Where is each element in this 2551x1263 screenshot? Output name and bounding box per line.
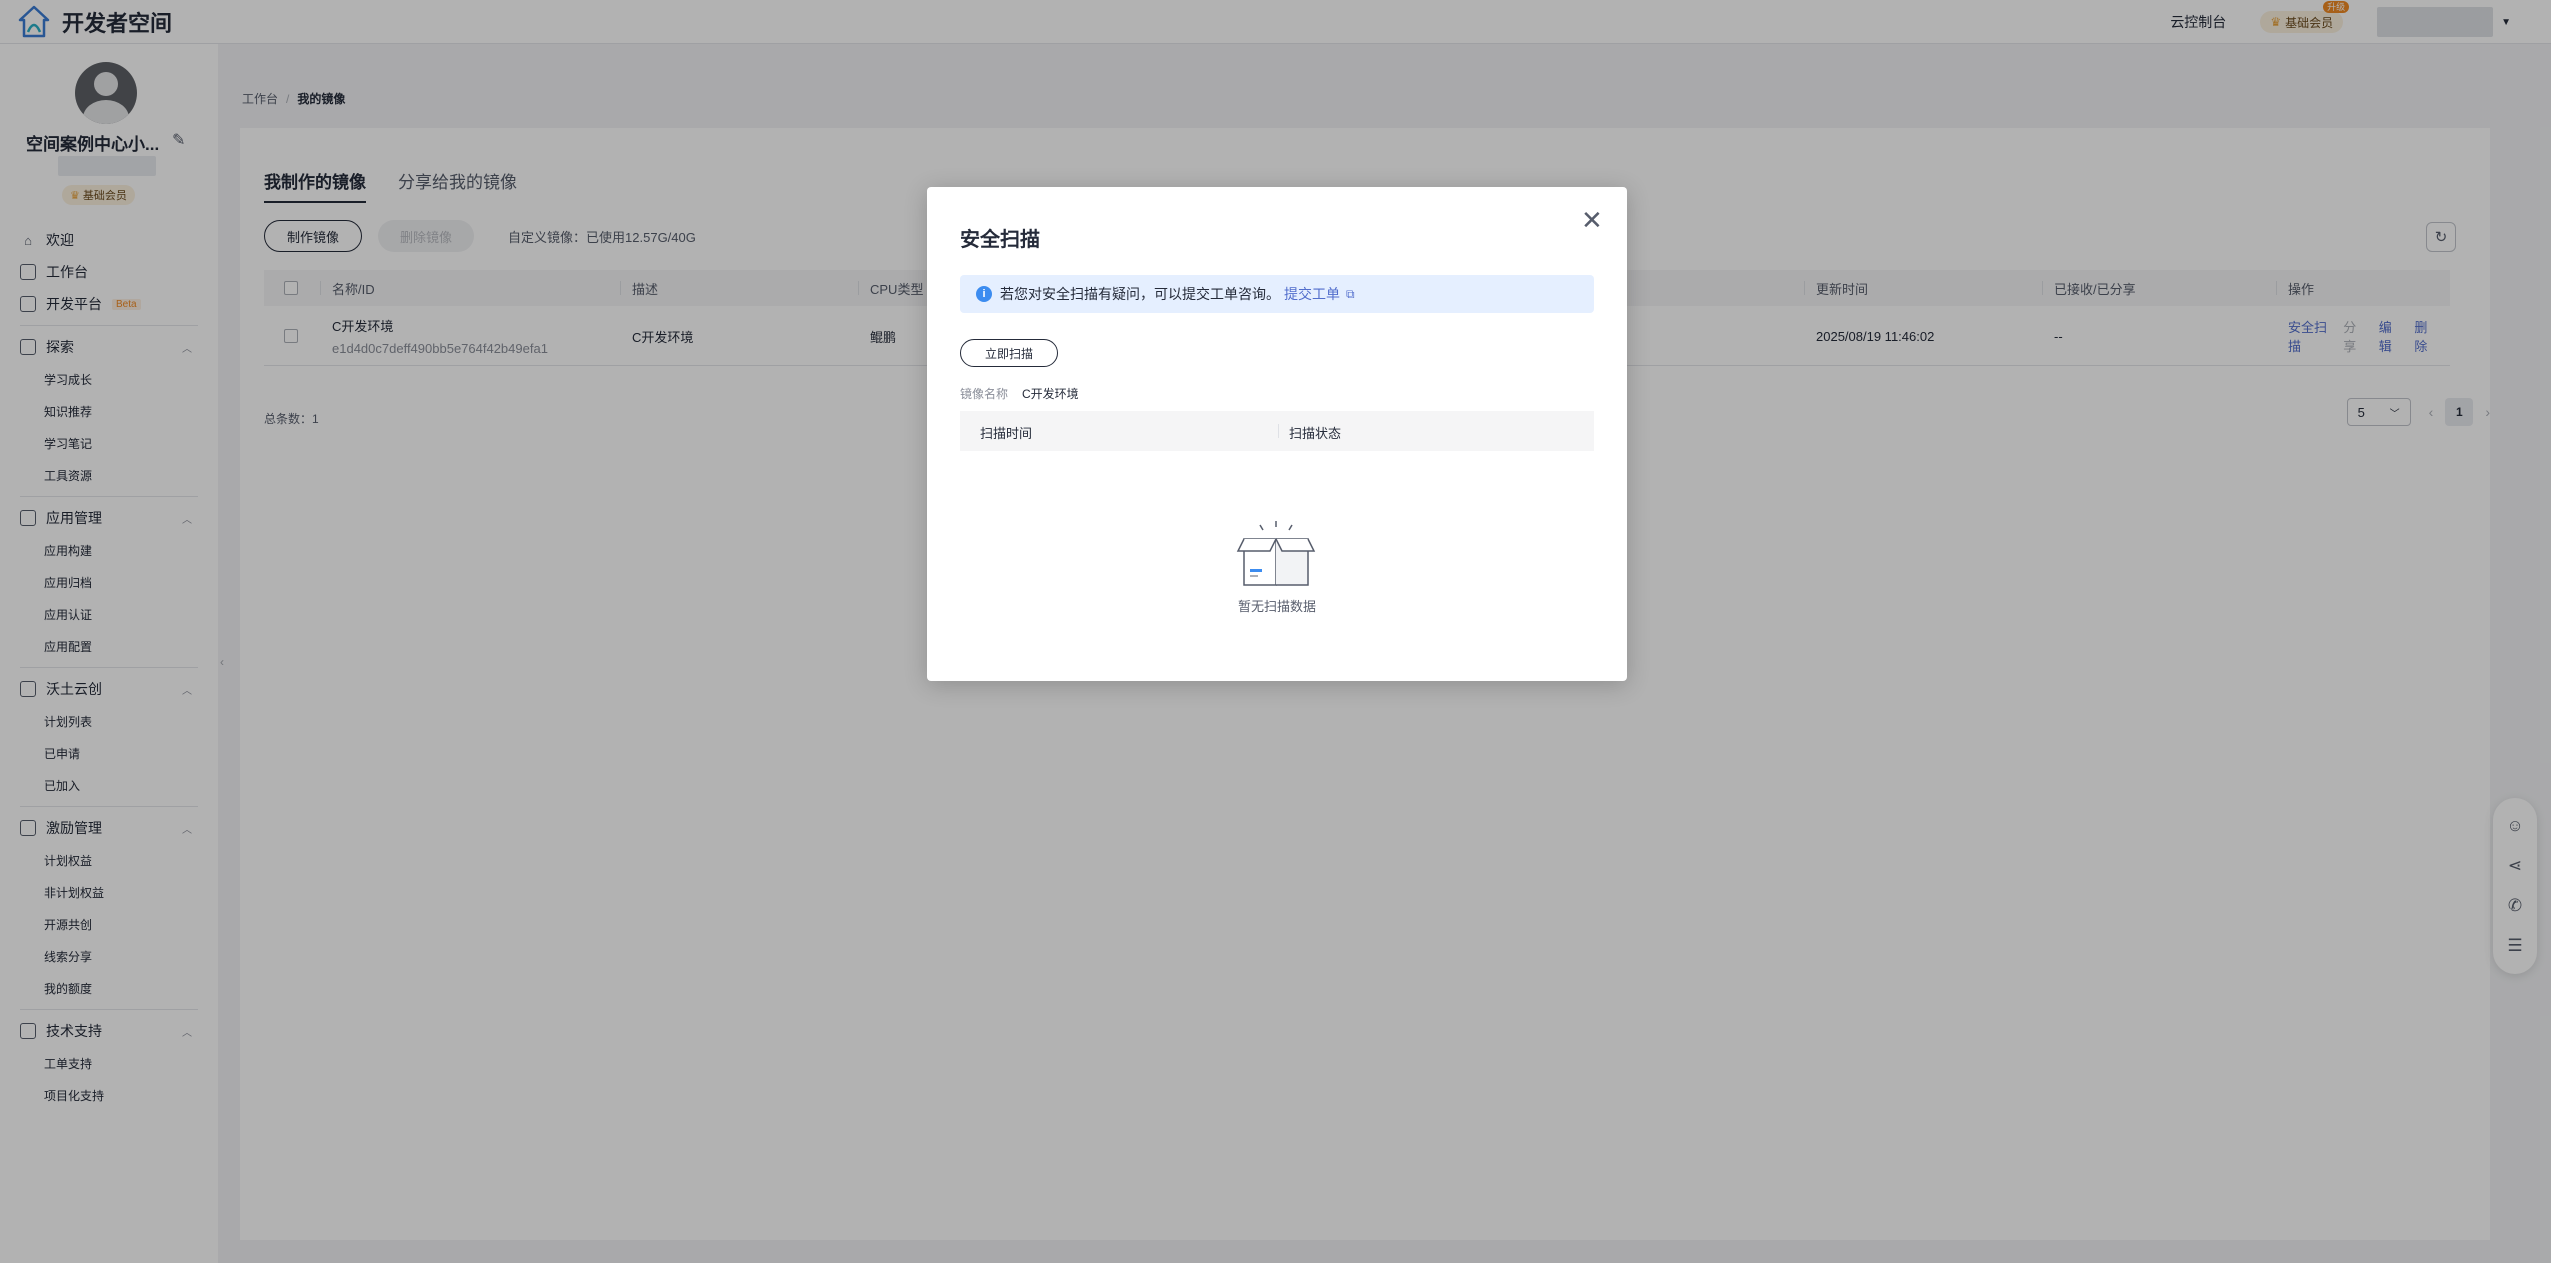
column-separator: [1278, 424, 1279, 438]
external-link-icon[interactable]: ⧉: [1346, 287, 1355, 302]
empty-state: 暂无扫描数据: [1214, 517, 1340, 615]
info-icon: i: [976, 286, 992, 302]
scan-now-button[interactable]: 立即扫描: [960, 339, 1058, 367]
image-name-row: 镜像名称 C开发环境: [960, 385, 1079, 402]
image-name-label: 镜像名称: [960, 387, 1009, 401]
empty-text: 暂无扫描数据: [1237, 599, 1316, 614]
scan-table-header: 扫描时间 扫描状态: [960, 411, 1594, 451]
image-name-value: C开发环境: [1022, 387, 1079, 401]
info-text: 若您对安全扫描有疑问，可以提交工单咨询。: [1000, 286, 1280, 302]
empty-box-icon: [1236, 521, 1316, 586]
submit-ticket-link[interactable]: 提交工单: [1284, 284, 1340, 304]
dialog-title: 安全扫描: [960, 229, 1040, 251]
close-icon[interactable]: ✕: [1581, 207, 1603, 233]
column-header-scan-status: 扫描状态: [1289, 426, 1342, 441]
column-header-scan-time: 扫描时间: [980, 426, 1033, 441]
security-scan-dialog: 安全扫描 ✕ i 若您对安全扫描有疑问，可以提交工单咨询。 提交工单 ⧉ 立即扫…: [927, 187, 1627, 681]
info-banner: i 若您对安全扫描有疑问，可以提交工单咨询。 提交工单 ⧉: [960, 275, 1594, 313]
